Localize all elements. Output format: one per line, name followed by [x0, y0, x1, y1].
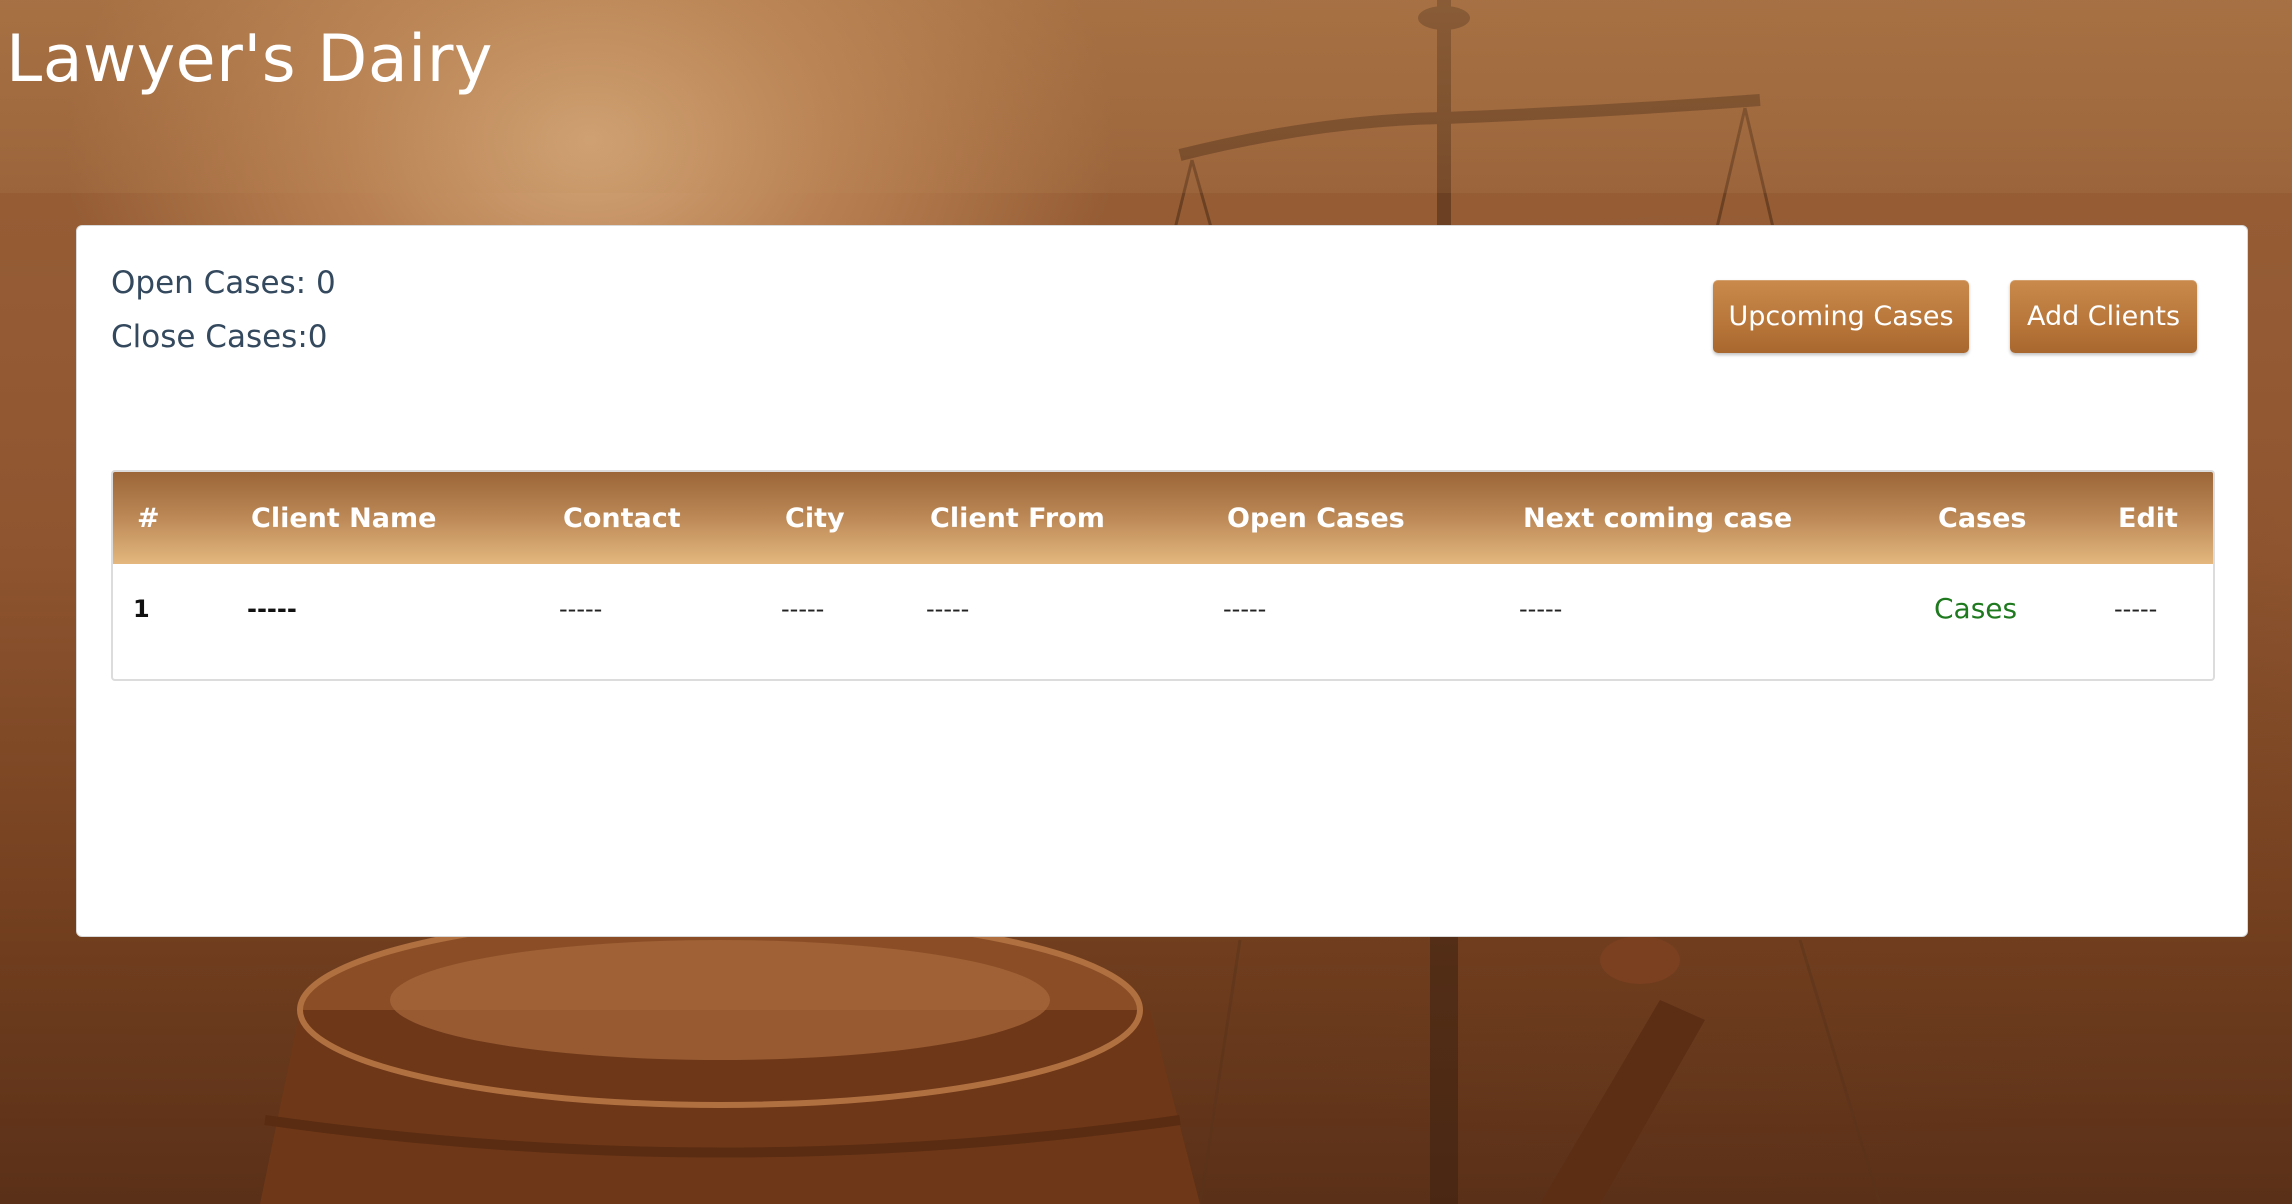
cases-link[interactable]: Cases — [1934, 592, 2017, 625]
column-header-client-from: Client From — [930, 502, 1105, 534]
add-clients-button[interactable]: Add Clients — [2010, 280, 2197, 353]
row-contact: ----- — [559, 594, 603, 623]
clients-table-container: # Client Name Contact City Client From O… — [111, 470, 2215, 681]
clients-panel: Open Cases: 0 Close Cases:0 Upcoming Cas… — [76, 225, 2248, 937]
table-header-row: # Client Name Contact City Client From O… — [113, 472, 2213, 564]
open-cases-count: Open Cases: 0 — [111, 265, 336, 301]
clients-table: # Client Name Contact City Client From O… — [113, 472, 2213, 653]
case-stats: Open Cases: 0 Close Cases:0 — [111, 256, 336, 364]
column-header-open-cases: Open Cases — [1227, 502, 1405, 534]
column-header-index: # — [137, 502, 160, 534]
row-client-from: ----- — [926, 594, 970, 623]
row-city: ----- — [781, 594, 825, 623]
row-client-name: ----- — [247, 594, 297, 623]
row-next-coming-case: ----- — [1519, 594, 1563, 623]
column-header-city: City — [785, 502, 845, 534]
row-edit: ----- — [2114, 594, 2158, 623]
column-header-next-coming-case: Next coming case — [1523, 502, 1793, 534]
column-header-client-name: Client Name — [251, 502, 437, 534]
row-open-cases: ----- — [1223, 594, 1267, 623]
column-header-contact: Contact — [563, 502, 681, 534]
column-header-edit: Edit — [2118, 502, 2178, 534]
table-row: 1 ----- ----- ----- ----- ----- ----- Ca… — [113, 564, 2213, 653]
row-cases-cell: Cases — [1914, 564, 2094, 653]
close-cases-count: Close Cases:0 — [111, 319, 328, 355]
row-index: 1 — [133, 594, 150, 623]
upcoming-cases-button[interactable]: Upcoming Cases — [1713, 280, 1969, 353]
column-header-cases: Cases — [1938, 502, 2027, 534]
app-title: Lawyer's Dairy — [6, 22, 493, 97]
gavel-icon — [260, 912, 1705, 1204]
